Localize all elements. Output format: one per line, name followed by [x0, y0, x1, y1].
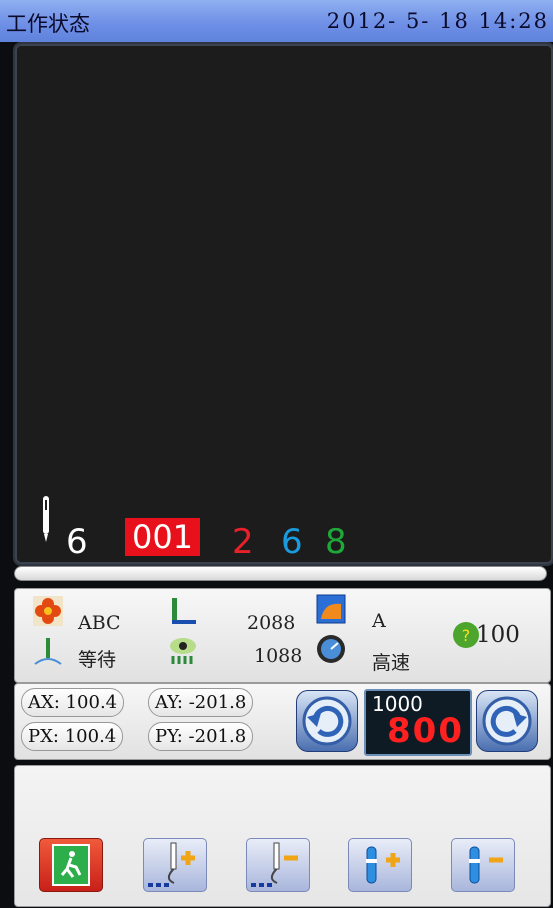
progress-bar — [14, 566, 547, 581]
pattern-preview-screen — [13, 42, 553, 566]
needle-forward-button[interactable] — [143, 838, 207, 892]
rotate-right-icon — [482, 696, 532, 746]
design-code: 001 — [125, 518, 200, 556]
needle-icon — [43, 496, 49, 542]
needle-back-button[interactable] — [246, 838, 310, 892]
needle-plus-icon — [148, 842, 195, 887]
svg-text:?: ? — [462, 626, 471, 645]
title-bar: 工作状态 2012- 5- 18 14:28 — [0, 0, 553, 42]
ay-coordinate: AY: -201.8 — [148, 688, 254, 717]
machine-state: 等待 — [78, 649, 117, 671]
datetime: 2012- 5- 18 14:28 — [326, 9, 549, 33]
py-coordinate: PY: -201.8 — [148, 722, 254, 751]
spool-plus-icon — [366, 846, 400, 884]
speed-display: 1000 800 — [364, 689, 472, 756]
speed-actual: 800 — [387, 711, 464, 751]
eye-icon — [170, 638, 196, 664]
badge-value: 100 — [476, 622, 520, 648]
flower-icon — [33, 596, 63, 626]
window-title: 工作状态 — [6, 12, 90, 36]
frame-icon — [316, 594, 346, 624]
spool-minus-icon — [469, 846, 503, 884]
color-3: 8 — [325, 522, 347, 562]
ax-coordinate: AX: 100.4 — [21, 688, 125, 717]
needle-stitch-icon — [34, 638, 62, 665]
pattern-name: ABC — [78, 612, 121, 634]
speed-mode: 高速 — [372, 652, 411, 674]
speed-up-button[interactable] — [476, 690, 538, 752]
needle-bar-icon — [172, 598, 196, 624]
px-coordinate: PX: 100.4 — [21, 722, 124, 751]
spool-back-button[interactable] — [451, 838, 515, 892]
rotate-left-icon — [302, 696, 352, 746]
stitches-done: 1088 — [254, 645, 303, 667]
speed-down-button[interactable] — [296, 690, 358, 752]
exit-icon — [52, 844, 90, 886]
stitches-total: 2088 — [247, 612, 296, 634]
speedometer-icon — [317, 635, 345, 663]
color-1: 2 — [232, 522, 254, 562]
needle-minus-icon — [251, 842, 298, 887]
color-2: 6 — [281, 522, 303, 562]
exit-button[interactable] — [39, 838, 103, 892]
frame-label: A — [372, 610, 386, 632]
spool-forward-button[interactable] — [348, 838, 412, 892]
stitch-count: 6 — [66, 522, 88, 562]
